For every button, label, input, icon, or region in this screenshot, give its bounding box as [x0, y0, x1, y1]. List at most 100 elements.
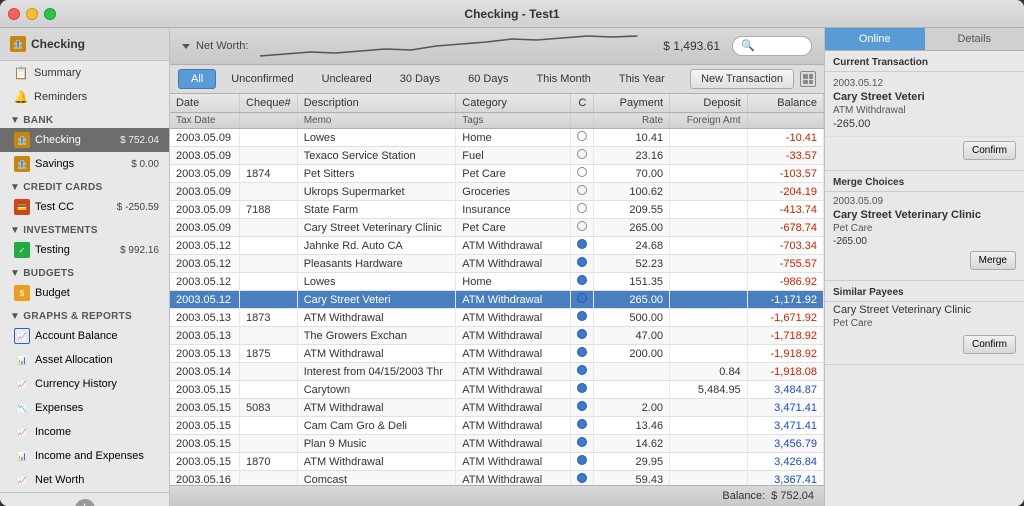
tab-unconfirmed[interactable]: Unconfirmed	[218, 69, 306, 89]
expenses-name: Expenses	[35, 402, 159, 414]
table-row[interactable]: 2003.05.16 Comcast ATM Withdrawal 59.43 …	[170, 471, 824, 486]
table-row[interactable]: 2003.05.13 1875 ATM Withdrawal ATM Withd…	[170, 345, 824, 363]
table-row[interactable]: 2003.05.12 Cary Street Veteri ATM Withdr…	[170, 291, 824, 309]
table-row[interactable]: 2003.05.14 Interest from 04/15/2003 Thr …	[170, 363, 824, 381]
txn-cat: ATM Withdrawal	[456, 327, 571, 345]
txn-date: 2003.05.12	[170, 237, 240, 255]
tab-uncleared[interactable]: Uncleared	[309, 69, 385, 89]
sidebar-item-account-balance[interactable]: 📈 Account Balance	[0, 324, 169, 348]
txn-payment: 13.46	[594, 417, 670, 435]
sidebar: 🏦 Checking 📋 Summary 🔔 Reminders ▼ BANK …	[0, 28, 170, 506]
maximize-button[interactable]	[44, 8, 56, 20]
sidebar-item-budget[interactable]: $ Budget	[0, 281, 169, 305]
checking-icon: 🏦	[10, 36, 26, 52]
txn-cat: ATM Withdrawal	[456, 237, 571, 255]
txn-payment: 265.00	[594, 291, 670, 309]
right-tab-online[interactable]: Online	[825, 28, 925, 50]
txn-desc: Lowes	[297, 129, 456, 147]
tab-thisyear[interactable]: This Year	[606, 69, 678, 89]
txn-date: 2003.05.14	[170, 363, 240, 381]
table-row[interactable]: 2003.05.09 Texaco Service Station Fuel 2…	[170, 147, 824, 165]
income-expenses-name: Income and Expenses	[35, 450, 159, 462]
currency-history-icon: 📈	[14, 376, 30, 392]
current-transaction-confirm-button[interactable]: Confirm	[963, 141, 1016, 160]
sidebar-item-asset-allocation[interactable]: 📊 Asset Allocation	[0, 348, 169, 372]
testing-icon: ✓	[14, 242, 30, 258]
table-row[interactable]: 2003.05.15 5083 ATM Withdrawal ATM Withd…	[170, 399, 824, 417]
net-worth-icon: 📈	[14, 472, 30, 488]
table-row[interactable]: 2003.05.12 Lowes Home 151.35 -986.92	[170, 273, 824, 291]
search-input[interactable]	[732, 36, 812, 56]
txn-deposit	[670, 453, 748, 471]
sidebar-footer: +	[0, 492, 169, 506]
expenses-icon: 📉	[14, 400, 30, 416]
current-transaction-section: Current Transaction 2003.05.12 Cary Stre…	[825, 51, 1024, 171]
txn-payment: 200.00	[594, 345, 670, 363]
table-row[interactable]: 2003.05.09 1874 Pet Sitters Pet Care 70.…	[170, 165, 824, 183]
txn-cleared	[571, 435, 594, 453]
grid-view-button[interactable]	[800, 71, 816, 87]
col-header-desc: Description	[297, 94, 456, 113]
table-row[interactable]: 2003.05.09 Ukrops Supermarket Groceries …	[170, 183, 824, 201]
graphs-section-header: ▼ GRAPHS & REPORTS	[0, 305, 169, 324]
new-transaction-button[interactable]: New Transaction	[690, 69, 794, 89]
txn-balance: -1,918.92	[747, 345, 823, 363]
txn-date: 2003.05.13	[170, 327, 240, 345]
tab-all[interactable]: All	[178, 69, 216, 89]
col-header-c2	[571, 113, 594, 129]
table-row[interactable]: 2003.05.13 1873 ATM Withdrawal ATM Withd…	[170, 309, 824, 327]
titlebar: Checking - Test1	[0, 0, 1024, 28]
txn-deposit: 0.84	[670, 363, 748, 381]
txn-payment: 52.23	[594, 255, 670, 273]
sidebar-item-testing[interactable]: ✓ Testing $ 992.16	[0, 238, 169, 262]
asset-allocation-name: Asset Allocation	[35, 354, 159, 366]
table-row[interactable]: 2003.05.15 1870 ATM Withdrawal ATM Withd…	[170, 453, 824, 471]
close-button[interactable]	[8, 8, 20, 20]
merge-button[interactable]: Merge	[970, 251, 1016, 270]
table-row[interactable]: 2003.05.12 Pleasants Hardware ATM Withdr…	[170, 255, 824, 273]
sidebar-item-income-expenses[interactable]: 📊 Income and Expenses	[0, 444, 169, 468]
table-row[interactable]: 2003.05.09 7188 State Farm Insurance 209…	[170, 201, 824, 219]
txn-cleared	[571, 327, 594, 345]
txn-payment: 151.35	[594, 273, 670, 291]
table-row[interactable]: 2003.05.09 Lowes Home 10.41 -10.41	[170, 129, 824, 147]
sidebar-item-testcc[interactable]: 💳 Test CC $ -250.59	[0, 195, 169, 219]
minimize-button[interactable]	[26, 8, 38, 20]
sidebar-item-net-worth[interactable]: 📈 Net Worth	[0, 468, 169, 492]
txn-date: 2003.05.09	[170, 219, 240, 237]
txn-balance: 3,484.87	[747, 381, 823, 399]
tab-thismonth[interactable]: This Month	[523, 69, 603, 89]
table-row[interactable]: 2003.05.13 The Growers Exchan ATM Withdr…	[170, 327, 824, 345]
sidebar-item-expenses[interactable]: 📉 Expenses	[0, 396, 169, 420]
sidebar-item-currency-history[interactable]: 📈 Currency History	[0, 372, 169, 396]
txn-balance: 3,426.84	[747, 453, 823, 471]
sidebar-item-checking[interactable]: 🏦 Checking $ 752.04	[0, 128, 169, 152]
table-row[interactable]: 2003.05.12 Jahnke Rd. Auto CA ATM Withdr…	[170, 237, 824, 255]
table-row[interactable]: 2003.05.15 Plan 9 Music ATM Withdrawal 1…	[170, 435, 824, 453]
txn-cat: Home	[456, 129, 571, 147]
tab-60days[interactable]: 60 Days	[455, 69, 521, 89]
txn-cleared	[571, 129, 594, 147]
tab-30days[interactable]: 30 Days	[387, 69, 453, 89]
txn-balance: -1,171.92	[747, 291, 823, 309]
txn-cat: ATM Withdrawal	[456, 471, 571, 486]
txn-deposit	[670, 417, 748, 435]
account-balance-name: Account Balance	[35, 330, 159, 342]
add-account-button[interactable]: +	[75, 499, 95, 506]
sidebar-item-reminders[interactable]: 🔔 Reminders	[0, 85, 169, 109]
txn-date: 2003.05.12	[170, 255, 240, 273]
similar-payees-confirm-button[interactable]: Confirm	[963, 335, 1016, 354]
txn-deposit	[670, 201, 748, 219]
txn-cheque	[240, 417, 298, 435]
txn-cleared	[571, 201, 594, 219]
table-row[interactable]: 2003.05.09 Cary Street Veterinary Clinic…	[170, 219, 824, 237]
table-row[interactable]: 2003.05.15 Cam Cam Gro & Deli ATM Withdr…	[170, 417, 824, 435]
sidebar-item-summary[interactable]: 📋 Summary	[0, 61, 169, 85]
table-row[interactable]: 2003.05.15 Carytown ATM Withdrawal 5,484…	[170, 381, 824, 399]
transactions-table[interactable]: Date Cheque# Description Category C Paym…	[170, 94, 824, 485]
txn-cat: Insurance	[456, 201, 571, 219]
right-tab-details[interactable]: Details	[925, 28, 1024, 50]
sidebar-item-income[interactable]: 📈 Income	[0, 420, 169, 444]
txn-cleared	[571, 291, 594, 309]
sidebar-item-savings[interactable]: 🏦 Savings $ 0.00	[0, 152, 169, 176]
